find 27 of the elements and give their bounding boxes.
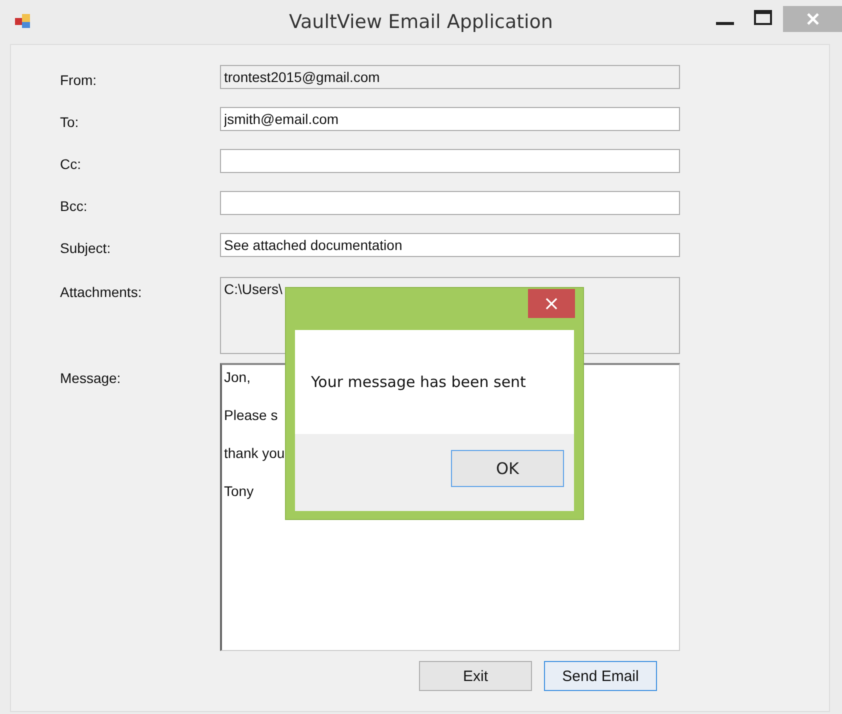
input-field[interactable]: See attached documentation (220, 233, 680, 257)
field-label: Attachments: (60, 283, 143, 300)
dialog-button[interactable]: Exit (419, 661, 532, 691)
input-field[interactable]: jsmith@email.com (220, 107, 680, 131)
input-field[interactable] (220, 191, 680, 215)
close-button[interactable] (783, 6, 842, 32)
input-field[interactable]: trontest2015@gmail.com (220, 65, 680, 89)
close-button[interactable]: × (528, 289, 575, 318)
field-label: Bcc: (60, 197, 88, 214)
message-line: Jon, (224, 369, 250, 385)
maximize-icon[interactable] (754, 10, 772, 25)
window-title: VaultView Email Application (289, 11, 553, 33)
message-line: thank you (224, 445, 285, 461)
field-label: Cc: (60, 155, 82, 172)
ok-button[interactable]: OK (451, 450, 564, 487)
minimize-icon[interactable] (716, 22, 734, 26)
app-icon (14, 13, 32, 31)
dialog-message: Your message has been sent (311, 373, 526, 391)
field-label: To: (60, 113, 80, 130)
dialog-button[interactable]: Send Email (544, 661, 657, 691)
input-field[interactable] (220, 149, 680, 173)
field-label: Message: (60, 369, 122, 386)
field-label: Subject: (60, 239, 112, 256)
field-label: From: (60, 71, 98, 88)
message-line: Tony (224, 483, 254, 499)
close-icon[interactable] (806, 12, 820, 26)
message-line: Please s (224, 407, 278, 423)
